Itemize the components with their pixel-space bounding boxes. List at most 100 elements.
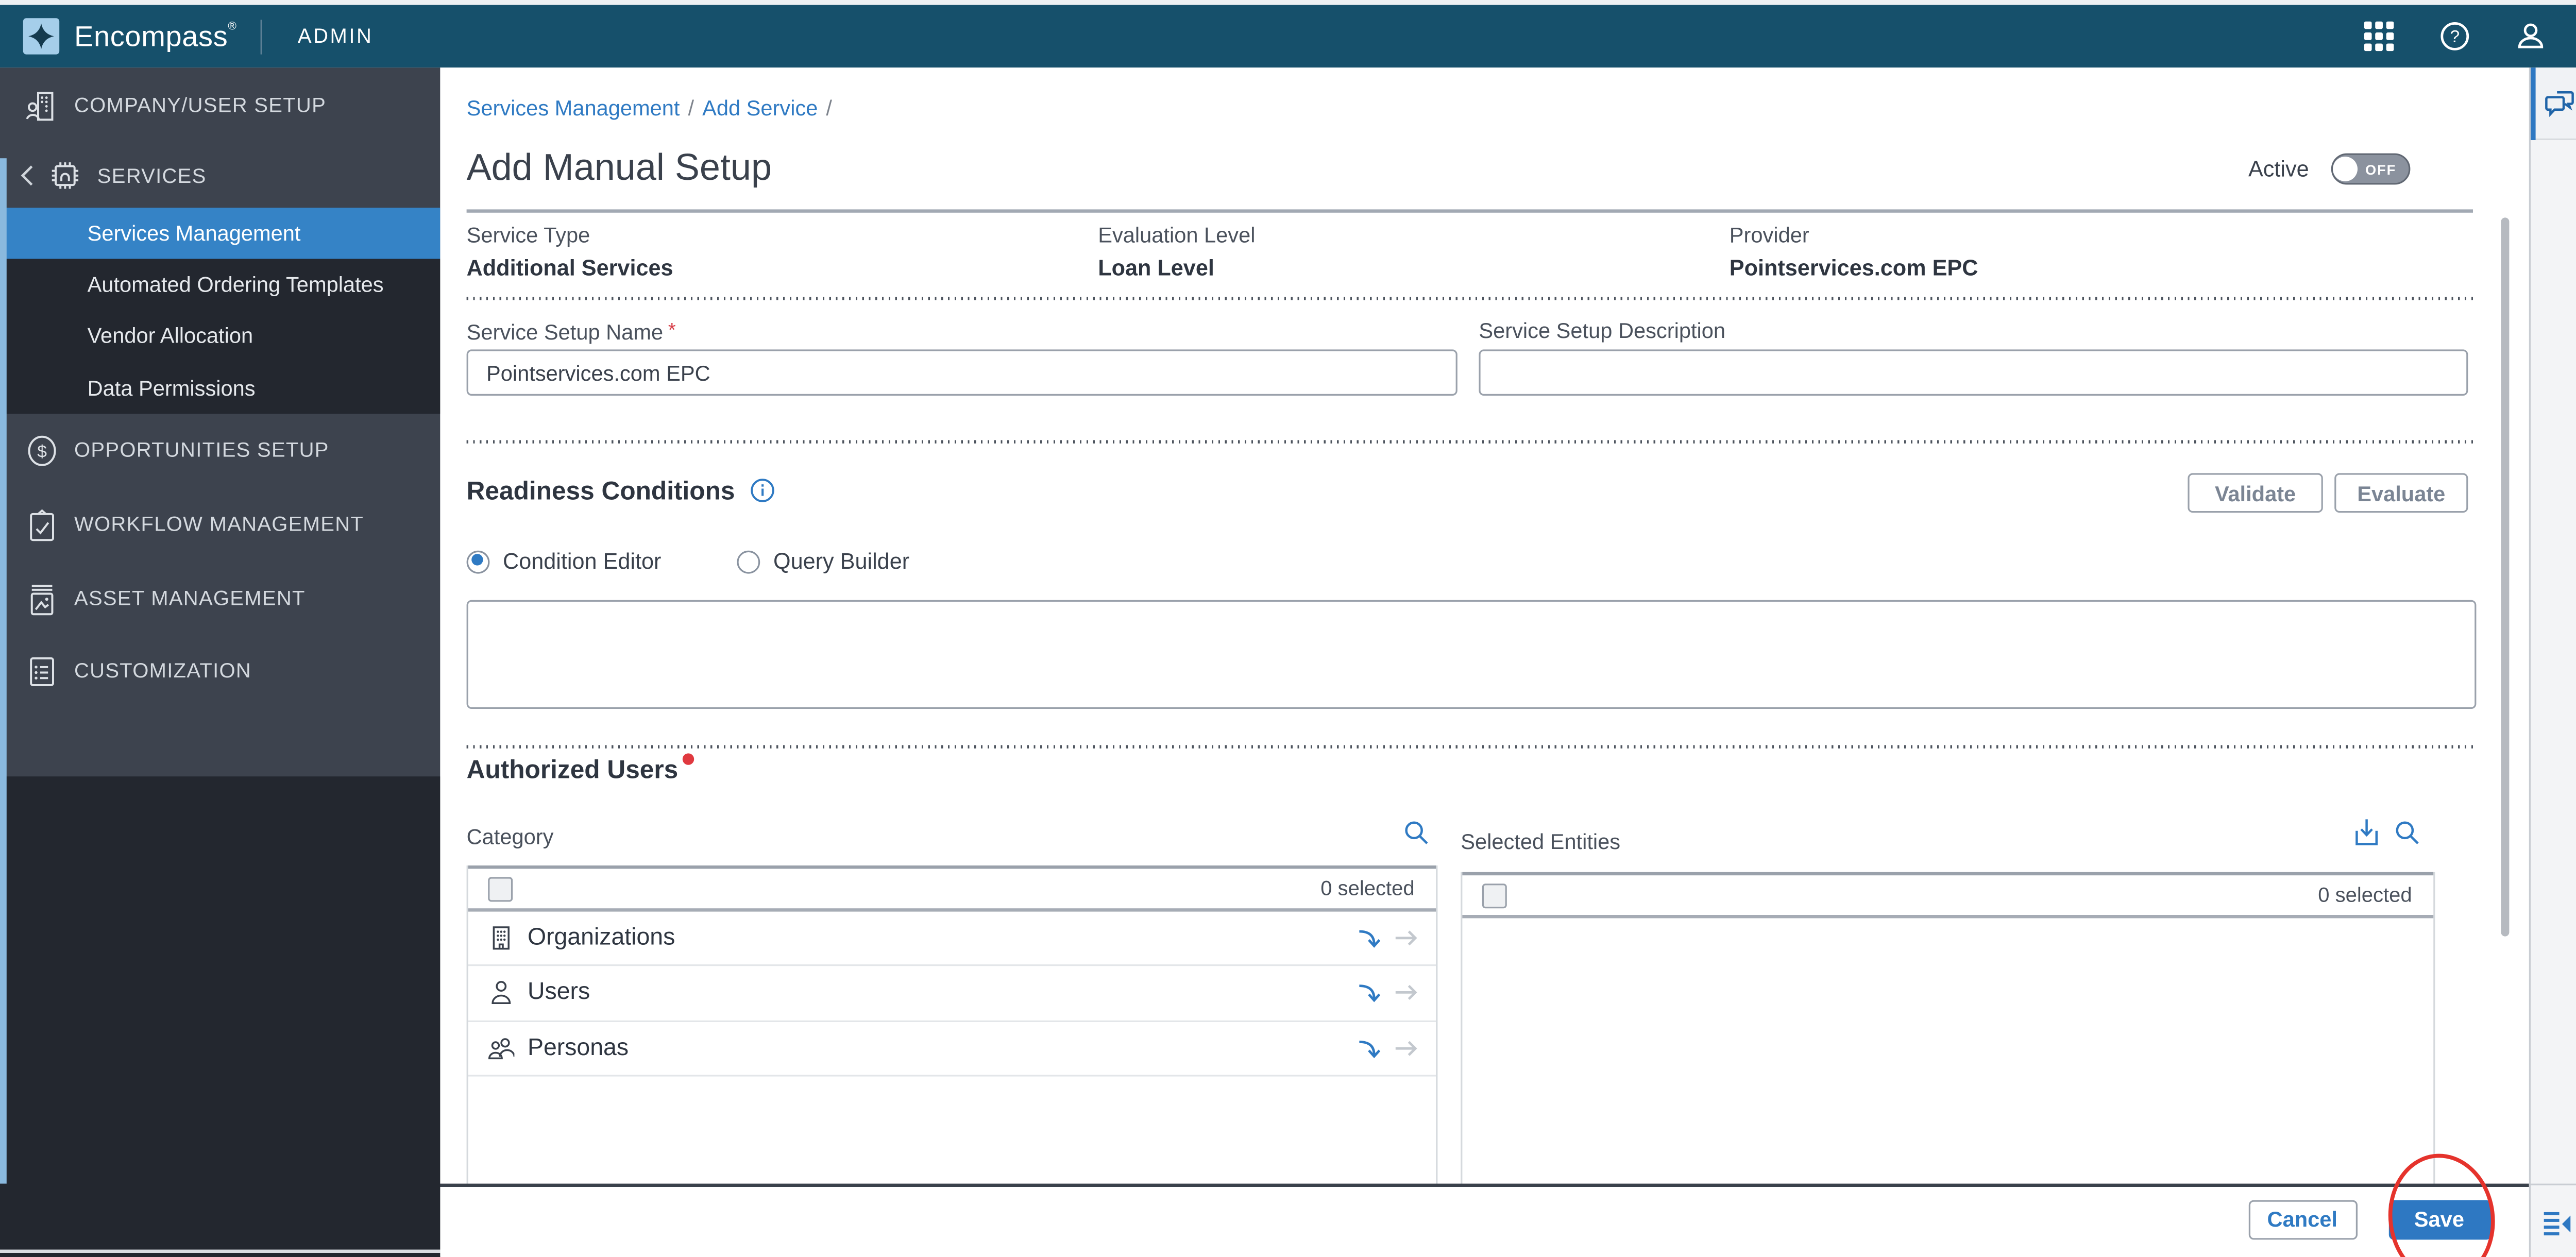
category-row-users[interactable]: Users bbox=[468, 966, 1436, 1022]
toggle-knob bbox=[2333, 156, 2358, 181]
query-builder-label: Query Builder bbox=[773, 549, 910, 574]
page-footer: Cancel Save bbox=[440, 1186, 2529, 1257]
search-icon[interactable] bbox=[1403, 819, 1429, 845]
breadcrumb-separator: / bbox=[826, 95, 832, 121]
vertical-scrollbar[interactable] bbox=[2501, 217, 2510, 937]
chevron-left-icon bbox=[20, 165, 35, 186]
save-button[interactable]: Save bbox=[2388, 1200, 2490, 1240]
category-label: Category bbox=[466, 824, 554, 849]
svg-text:$: $ bbox=[37, 442, 47, 461]
active-label: Active bbox=[2248, 157, 2309, 181]
arrow-right-icon[interactable] bbox=[1393, 925, 1419, 952]
brand-name: Encompass® bbox=[74, 19, 237, 52]
category-row-personas[interactable]: Personas bbox=[468, 1022, 1436, 1077]
asset-image-icon bbox=[25, 582, 59, 616]
building-icon bbox=[488, 925, 514, 952]
search-icon[interactable] bbox=[2394, 819, 2420, 845]
category-panel-header: 0 selected bbox=[468, 865, 1436, 912]
sidebar-item-label: COMPANY/USER SETUP bbox=[74, 94, 327, 117]
top-edge-strip bbox=[0, 0, 2576, 5]
required-asterisk: * bbox=[668, 318, 676, 342]
readiness-conditions-heading: Readiness Conditions bbox=[467, 478, 775, 508]
sidebar-item-services-management[interactable]: Services Management bbox=[0, 208, 440, 259]
svg-text:?: ? bbox=[2450, 27, 2460, 46]
footer-top-border bbox=[440, 1183, 2529, 1187]
select-all-checkbox[interactable] bbox=[488, 876, 513, 901]
cancel-button[interactable]: Cancel bbox=[2248, 1200, 2357, 1240]
move-into-icon[interactable] bbox=[1357, 925, 1383, 952]
move-into-icon[interactable] bbox=[1357, 980, 1383, 1006]
sidebar-item-data-permissions[interactable]: Data Permissions bbox=[0, 362, 440, 414]
help-icon[interactable]: ? bbox=[2441, 22, 2470, 52]
section-divider bbox=[466, 297, 2473, 300]
category-row-organizations[interactable]: Organizations bbox=[468, 912, 1436, 967]
app-label: ADMIN bbox=[297, 25, 374, 48]
sidebar-item-automated-ordering-templates[interactable]: Automated Ordering Templates bbox=[0, 259, 440, 311]
breadcrumb-separator: / bbox=[688, 95, 694, 121]
meta-provider: Provider Pointservices.com EPC bbox=[1729, 223, 1978, 280]
readiness-mode-radios: Condition Editor Query Builder bbox=[466, 549, 910, 574]
user-avatar-icon[interactable] bbox=[2516, 22, 2546, 52]
chat-panel-tab[interactable] bbox=[2530, 67, 2576, 140]
sidebar-item-customization[interactable]: CUSTOMIZATION bbox=[0, 636, 440, 707]
query-builder-radio[interactable] bbox=[737, 550, 760, 573]
sidebar-item-label: WORKFLOW MANAGEMENT bbox=[74, 513, 364, 536]
main-content: Services Management / Add Service / Add Man… bbox=[440, 67, 2529, 1185]
active-toggle-group: Active OFF bbox=[2248, 153, 2410, 185]
validate-button[interactable]: Validate bbox=[2188, 473, 2323, 513]
info-icon[interactable] bbox=[750, 478, 774, 503]
breadcrumb-link-services-management[interactable]: Services Management bbox=[467, 96, 680, 121]
sidebar-item-vendor-allocation[interactable]: Vendor Allocation bbox=[0, 311, 440, 362]
encompass-logo-icon[interactable] bbox=[23, 18, 60, 55]
evaluate-button[interactable]: Evaluate bbox=[2334, 473, 2468, 513]
top-navigation-bar: Encompass® ADMIN ? bbox=[0, 5, 2576, 68]
condition-editor-radio[interactable] bbox=[466, 550, 490, 573]
category-selected-count: 0 selected bbox=[1320, 877, 1415, 901]
sidebar-section-label: SERVICES bbox=[97, 164, 207, 188]
selected-entities-label: Selected Entities bbox=[1461, 829, 1621, 854]
sidebar-section-services[interactable]: SERVICES bbox=[0, 143, 440, 208]
section-divider bbox=[466, 440, 2473, 444]
title-divider bbox=[466, 209, 2473, 213]
move-into-icon[interactable] bbox=[1357, 1035, 1383, 1061]
collapse-menu-icon[interactable] bbox=[2543, 1212, 2571, 1236]
dollar-circle-icon: $ bbox=[25, 433, 59, 468]
selected-entities-header: 0 selected bbox=[1462, 872, 2434, 919]
service-setup-name-label: Service Setup Name * bbox=[466, 318, 676, 345]
clipboard-check-icon bbox=[25, 507, 59, 542]
topbar-divider bbox=[260, 19, 262, 54]
condition-editor-textarea[interactable] bbox=[466, 600, 2477, 709]
people-icon bbox=[488, 1035, 515, 1061]
arrow-right-icon[interactable] bbox=[1393, 1035, 1419, 1061]
selected-entities-count: 0 selected bbox=[2318, 884, 2412, 907]
sidebar-footer bbox=[0, 1252, 440, 1257]
service-meta-row: Service Type Additional Services Evaluat… bbox=[467, 223, 2473, 280]
download-icon[interactable] bbox=[2352, 818, 2380, 847]
required-dot bbox=[683, 753, 695, 765]
user-icon bbox=[488, 980, 514, 1006]
sidebar-item-label: OPPORTUNITIES SETUP bbox=[74, 439, 329, 462]
sidebar-item-asset-management[interactable]: ASSET MANAGEMENT bbox=[0, 562, 440, 636]
app-grid-icon[interactable] bbox=[2364, 21, 2395, 52]
customization-list-icon bbox=[25, 654, 59, 689]
arrow-right-icon[interactable] bbox=[1393, 980, 1419, 1006]
sidebar-item-label: CUSTOMIZATION bbox=[74, 659, 252, 683]
registered-mark: ® bbox=[228, 21, 237, 32]
sidebar-item-workflow-management[interactable]: WORKFLOW MANAGEMENT bbox=[0, 487, 440, 562]
sidebar-active-section-strip bbox=[0, 158, 7, 1184]
application-window: Encompass® ADMIN ? COMPANY/USER SETUP SE… bbox=[0, 0, 2576, 1257]
service-setup-name-input[interactable] bbox=[466, 349, 1458, 396]
sidebar-item-opportunities-setup[interactable]: $ OPPORTUNITIES SETUP bbox=[0, 413, 440, 487]
breadcrumb: Services Management / Add Service / bbox=[467, 96, 840, 121]
breadcrumb-link-add-service[interactable]: Add Service bbox=[702, 96, 818, 121]
tab-active-accent bbox=[2530, 67, 2536, 140]
service-setup-description-input[interactable] bbox=[1479, 349, 2468, 396]
active-toggle[interactable]: OFF bbox=[2330, 153, 2410, 185]
category-panel: 0 selected Organizations Users Personas bbox=[466, 865, 1438, 1185]
company-user-icon bbox=[25, 88, 59, 123]
select-all-checkbox[interactable] bbox=[1482, 882, 1507, 908]
sidebar-item-company-user-setup[interactable]: COMPANY/USER SETUP bbox=[0, 67, 440, 143]
right-utility-rail bbox=[2528, 67, 2576, 1257]
section-divider bbox=[466, 745, 2473, 749]
selected-entities-panel: 0 selected bbox=[1461, 872, 2435, 1185]
